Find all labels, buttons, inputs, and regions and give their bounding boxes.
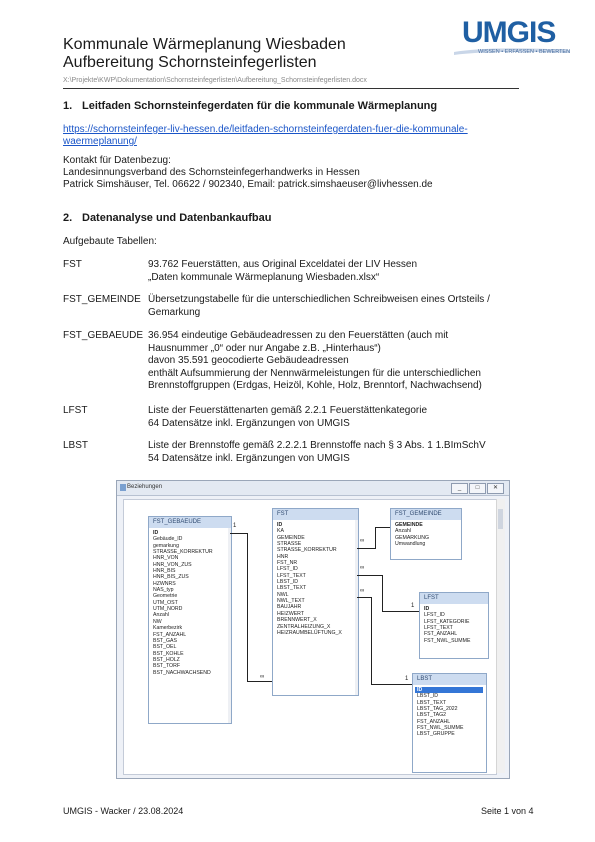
description-line: Liste der Feuerstättenarten gemäß 2.2.1 … [148, 405, 428, 416]
leitfaden-link[interactable]: https://schornsteinfeger-liv-hessen.de/l… [63, 124, 468, 148]
scrollbar-thumb[interactable] [498, 509, 503, 529]
section-2-title: Datenanalyse und Datenbankaufbau [82, 212, 272, 224]
contact-block: Kontakt für Datenbezug: Landesinnungsver… [63, 155, 433, 191]
minimize-button[interactable]: _ [451, 483, 468, 494]
table-name: FST_GEBAEUDE [63, 330, 144, 341]
relationship-line[interactable] [382, 575, 383, 611]
table-description: Liste der Feuerstättenarten gemäß 2.2.1 … [148, 405, 528, 430]
relationships-window: Beziehungen _ □ ✕ FST_GEBAEUDE ID Gebäude… [116, 480, 510, 779]
relationships-canvas[interactable]: FST_GEBAEUDE ID Gebäude_ID gemarkung STRASS… [123, 499, 497, 775]
table-fst[interactable]: FST ID KA GEMEINDE STRASSE STRASSE_KORREKTUR… [272, 508, 359, 696]
relationship-line[interactable] [371, 597, 372, 684]
cardinality-one: 1 [405, 676, 409, 682]
description-line: 93.762 Feuerstätten, aus Original Exceld… [148, 259, 418, 270]
description-line: 64 Datensätze inkl. Ergänzungen von UMGI… [148, 417, 350, 429]
window-title: Beziehungen [127, 484, 163, 490]
document-title-line1: Kommunale Wärmeplanung Wiesbaden [63, 36, 346, 53]
section-2-heading: 2. Datenanalyse und Datenbankaufbau [63, 212, 272, 224]
field-item[interactable]: HEIZRAUMBELÜFTUNG_X [275, 630, 355, 636]
table-title[interactable]: LBST [413, 674, 486, 685]
cardinality-one: 1 [411, 603, 415, 609]
description-line: Gemarkung [148, 306, 201, 318]
description-line: 54 Datensätze inkl. Ergänzungen von UMGI… [148, 452, 350, 464]
description-line: Brennstoffgruppen (Erdgas, Heizöl, Kohle… [148, 380, 482, 391]
section-1-number: 1. [63, 100, 73, 112]
field-list[interactable]: ID LFST_ID LFST_KATEGORIE LFST_TEXT FST_ANZA… [422, 606, 485, 656]
link-line-1[interactable]: https://schornsteinfeger-liv-hessen.de/l… [63, 124, 468, 136]
description-line: „Daten kommunale Wärmeplanung Wiesbaden.… [148, 271, 380, 283]
section-1-heading: 1. Leitfaden Schornsteinfegerdaten für di… [63, 100, 437, 112]
footer-author-date: UMGIS - Wacker / 23.08.2024 [63, 806, 184, 816]
window-scrollbar[interactable] [496, 499, 505, 773]
cardinality-many: ∞ [260, 674, 265, 680]
table-scrollbar[interactable] [228, 528, 231, 723]
document-title-line2: Aufbereitung Schornsteinfegerlisten [63, 54, 317, 71]
cardinality-many: ∞ [360, 538, 365, 544]
field-list[interactable]: GEMEINDE Anzahl GEMARKUNG Umwandlung [393, 522, 458, 557]
table-fst-gebaeude[interactable]: FST_GEBAEUDE ID Gebäude_ID gemarkung STRASS… [148, 516, 232, 724]
table-title[interactable]: FST [273, 509, 358, 520]
relationship-line[interactable] [230, 533, 248, 534]
relationship-line[interactable] [357, 548, 375, 549]
relationship-line[interactable] [247, 533, 248, 681]
table-name: LFST [63, 405, 88, 416]
description-line: Liste der Brennstoffe gemäß 2.2.2.1 Bren… [148, 440, 486, 451]
field-list[interactable]: ID Gebäude_ID gemarkung STRASSE_KORREKTUR HN… [151, 530, 228, 721]
description-line: 36.954 eindeutige Gebäudeadressen zu den… [148, 330, 449, 341]
relationship-line[interactable] [382, 611, 419, 612]
table-lbst[interactable]: LBST ID LBST_ID LBST_TEXT LBST_TAG_2022 LBST… [412, 673, 487, 773]
logo-wordmark: UMGIS [462, 16, 556, 49]
tables-intro: Aufgebaute Tabellen: [63, 236, 157, 247]
table-lfst[interactable]: LFST ID LFST_ID LFST_KATEGORIE LFST_TEXT FST… [419, 592, 489, 659]
table-description: Übersetzungstabelle für die unterschiedl… [148, 294, 528, 319]
table-fst-gemeinde[interactable]: FST_GEMEINDE GEMEINDE Anzahl GEMARKUNG Umwa… [390, 508, 462, 560]
cardinality-many: ∞ [360, 565, 365, 571]
description-line: Übersetzungstabelle für die unterschiedl… [148, 294, 490, 305]
relationship-line[interactable] [357, 575, 382, 576]
relationship-line[interactable] [375, 527, 376, 549]
field-list[interactable]: ID LBST_ID LBST_TEXT LBST_TAG_2022 LBST_TAG2… [415, 687, 483, 770]
field-item[interactable]: BST_NACHWACHSEND [151, 670, 228, 676]
section-2-number: 2. [63, 212, 73, 224]
contact-label: Kontakt für Datenbezug: [63, 155, 171, 166]
window-titlebar: Beziehungen _ □ ✕ [117, 481, 509, 496]
header-divider [63, 88, 519, 89]
contact-person: Patrick Simshäuser, Tel. 06622 / 902340,… [63, 179, 433, 190]
relationship-line[interactable] [247, 681, 272, 682]
table-title[interactable]: LFST [420, 593, 488, 604]
description-line: Hausnummer „0“ oder nur Angabe z.B. „Hin… [148, 342, 381, 354]
relationship-line[interactable] [375, 527, 390, 528]
table-description: 93.762 Feuerstätten, aus Original Exceld… [148, 259, 528, 284]
table-name: FST_GEMEINDE [63, 294, 141, 305]
maximize-button[interactable]: □ [469, 483, 486, 494]
table-name: LBST [63, 440, 89, 451]
table-description: Liste der Brennstoffe gemäß 2.2.2.1 Bren… [148, 440, 528, 465]
table-scrollbar[interactable] [355, 520, 358, 695]
field-item[interactable]: FST_NWL_SUMME [422, 638, 485, 644]
footer-page-number: Seite 1 von 4 [481, 806, 534, 816]
description-line: davon 35.591 geocodierte Gebäudeadressen [148, 355, 349, 366]
table-title[interactable]: FST_GEBAEUDE [149, 517, 231, 528]
cardinality-many: ∞ [360, 588, 365, 594]
table-name: FST [63, 259, 82, 270]
file-path: X:\Projekte\KWP\Dokumentation\Schornstei… [63, 77, 367, 84]
relationship-line[interactable] [357, 597, 371, 598]
link-line-2[interactable]: waermeplanung/ [63, 136, 468, 148]
relationship-line[interactable] [371, 684, 412, 685]
field-item[interactable]: Umwandlung [393, 541, 458, 547]
contact-org: Landesinnungsverband des Schornsteinfege… [63, 167, 360, 178]
close-button[interactable]: ✕ [487, 483, 504, 494]
table-description: 36.954 eindeutige Gebäudeadressen zu den… [148, 330, 528, 393]
cardinality-one: 1 [233, 523, 237, 529]
field-list[interactable]: ID KA GEMEINDE STRASSE STRASSE_KORREKTUR HNR F… [275, 522, 355, 693]
section-1-title: Leitfaden Schornsteinfegerdaten für die … [82, 100, 438, 112]
relationships-icon [120, 484, 126, 491]
description-line: enthält Aufsummierung der Nennwärmeleist… [148, 367, 481, 379]
table-title[interactable]: FST_GEMEINDE [391, 509, 461, 520]
logo-tagline: WISSEN • ERFASSEN • BEWERTEN [478, 49, 571, 55]
field-item[interactable]: LBST_GRUPPE [415, 731, 483, 737]
